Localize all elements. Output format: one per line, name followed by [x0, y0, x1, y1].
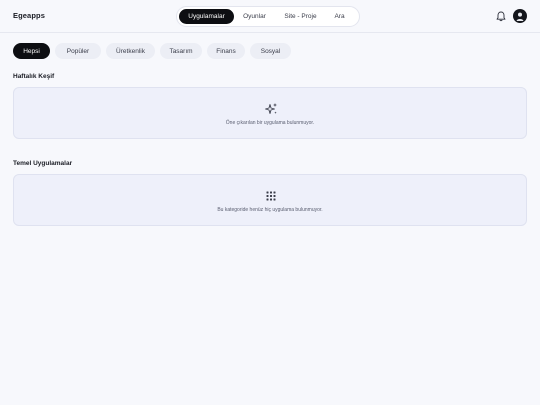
nav-tab-uygulamalar[interactable]: Uygulamalar	[179, 9, 234, 24]
nav-tab-site-proje[interactable]: Site - Proje	[275, 9, 326, 24]
sparkles-icon	[265, 103, 277, 114]
section-title-weekly: Haftalık Keşif	[13, 73, 55, 80]
section-title-core: Temel Uygulamalar	[13, 160, 73, 167]
top-bar: Egeapps Uygulamalar Oyunlar Site - Proje…	[0, 0, 540, 33]
core-empty-card: Bu kategoride henüz hiç uygulama bulunmu…	[13, 174, 527, 226]
grid-icon	[266, 191, 276, 201]
user-icon	[516, 12, 524, 21]
core-empty-text: Bu kategoride henüz hiç uygulama bulunmu…	[217, 207, 323, 213]
filter-chip-finans[interactable]: Finans	[207, 43, 245, 59]
filter-chip-populer[interactable]: Popüler	[55, 43, 101, 59]
filter-chip-uretkenlik[interactable]: Üretkenlik	[106, 43, 155, 59]
nav-tab-ara[interactable]: Ara	[326, 9, 353, 24]
bell-icon[interactable]	[496, 11, 506, 22]
app-title[interactable]: Egeapps	[13, 11, 45, 20]
avatar[interactable]	[513, 9, 527, 23]
weekly-empty-card: Öne çıkarılan bir uygulama bulunmuyor.	[13, 87, 527, 139]
main-nav: Uygulamalar Oyunlar Site - Proje Ara	[176, 6, 360, 27]
nav-tab-oyunlar[interactable]: Oyunlar	[234, 9, 275, 24]
category-filters: Hepsi Popüler Üretkenlik Tasarım Finans …	[13, 43, 291, 59]
filter-chip-sosyal[interactable]: Sosyal	[250, 43, 291, 59]
filter-chip-tasarim[interactable]: Tasarım	[160, 43, 202, 59]
filter-chip-hepsi[interactable]: Hepsi	[13, 43, 50, 59]
weekly-empty-text: Öne çıkarılan bir uygulama bulunmuyor.	[225, 120, 315, 126]
